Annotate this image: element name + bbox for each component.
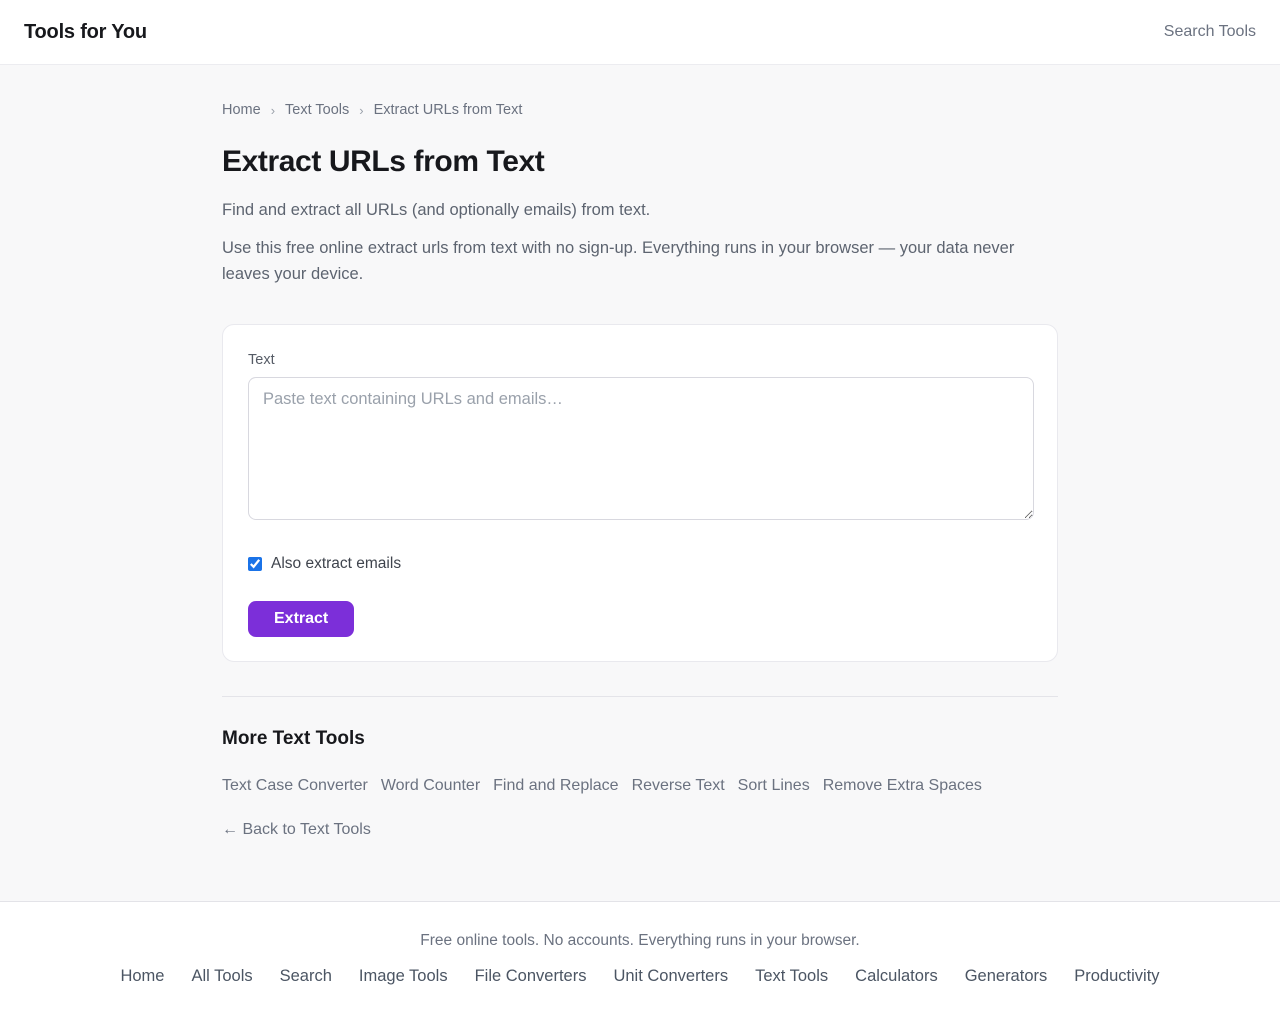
related-link-sort-lines[interactable]: Sort Lines [738, 777, 810, 795]
page-subtitle: Find and extract all URLs (and optionall… [222, 201, 651, 219]
extract-emails-checkbox[interactable] [248, 557, 262, 572]
search-tools-link[interactable]: Search Tools [1164, 23, 1256, 41]
back-to-text-tools-link[interactable]: ← Back to Text Tools [222, 821, 371, 839]
extract-button[interactable]: Extract [248, 601, 355, 638]
breadcrumb-separator: › [270, 102, 276, 118]
footer-link-unit-converters[interactable]: Unit Converters [613, 967, 728, 986]
footer-link-all-tools[interactable]: All Tools [191, 967, 252, 986]
footer-link-search[interactable]: Search [280, 967, 332, 986]
related-link-reverse-text[interactable]: Reverse Text [632, 777, 725, 795]
footer-link-file-converters[interactable]: File Converters [475, 967, 587, 986]
related-link-text-case-converter[interactable]: Text Case Converter [222, 777, 368, 795]
page-description: Use this free online extract urls from t… [222, 239, 1015, 283]
section-divider [222, 696, 1058, 698]
main-content: Home › Text Tools › Extract URLs from Te… [0, 65, 1280, 903]
footer-link-image-tools[interactable]: Image Tools [359, 967, 448, 986]
text-input-textarea[interactable] [248, 377, 1034, 521]
extract-emails-option: Also extract emails [248, 555, 1032, 573]
brand-logo[interactable]: Tools for You [24, 21, 147, 44]
related-link-find-and-replace[interactable]: Find and Replace [493, 777, 618, 795]
breadcrumb: Home › Text Tools › Extract URLs from Te… [222, 102, 1058, 118]
footer-nav: Home All Tools Search Image Tools File C… [0, 967, 1280, 986]
breadcrumb-text-tools-link[interactable]: Text Tools [285, 102, 349, 118]
footer-link-productivity[interactable]: Productivity [1074, 967, 1159, 986]
text-field-label: Text [248, 352, 275, 369]
related-tools-links: Text Case Converter Word Counter Find an… [222, 777, 1058, 795]
related-link-word-counter[interactable]: Word Counter [381, 777, 480, 795]
footer-link-generators[interactable]: Generators [965, 967, 1048, 986]
breadcrumb-home-link[interactable]: Home [222, 102, 261, 118]
footer-link-calculators[interactable]: Calculators [855, 967, 938, 986]
tool-card: Text Also extract emails Extract [222, 324, 1058, 663]
page-title: Extract URLs from Text [222, 145, 545, 178]
breadcrumb-separator: › [359, 102, 364, 118]
site-footer: Free online tools. No accounts. Everythi… [0, 902, 1280, 1010]
footer-tagline: Free online tools. No accounts. Everythi… [420, 932, 860, 950]
footer-link-text-tools[interactable]: Text Tools [755, 967, 828, 986]
site-header: Tools for You Search Tools [0, 0, 1280, 65]
extract-emails-label: Also extract emails [271, 555, 402, 573]
related-tools-heading: More Text Tools [222, 728, 365, 750]
related-link-remove-extra-spaces[interactable]: Remove Extra Spaces [823, 777, 982, 795]
footer-link-home[interactable]: Home [120, 967, 164, 986]
breadcrumb-current-page: Extract URLs from Text [373, 102, 523, 118]
